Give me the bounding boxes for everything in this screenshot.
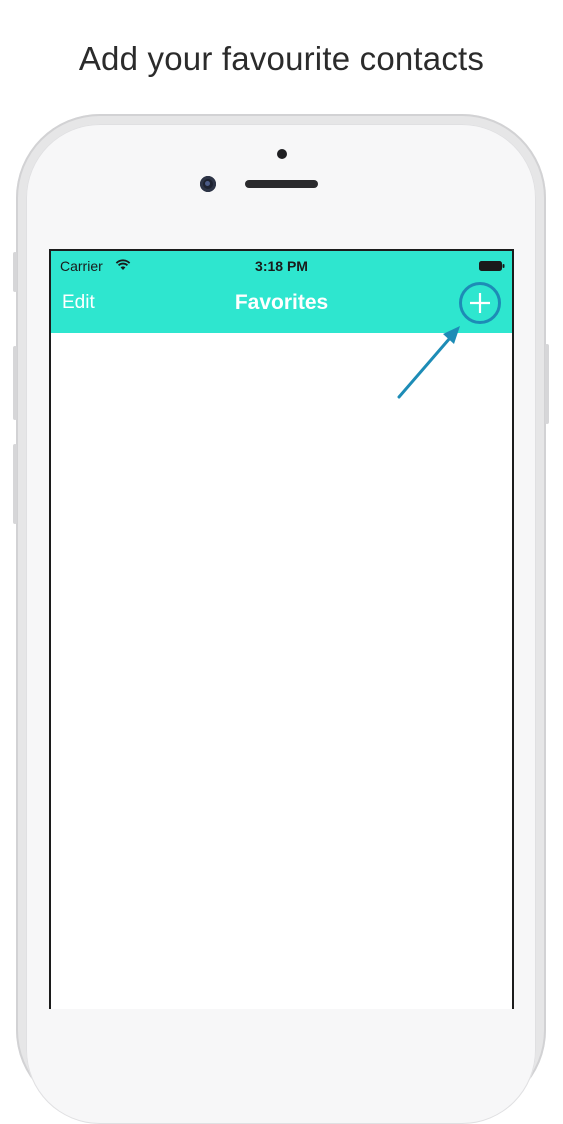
power-button bbox=[545, 344, 549, 424]
add-contact-button[interactable] bbox=[459, 282, 501, 324]
phone-screen: Carrier 3:18 PM Edit Favorites bbox=[49, 249, 514, 1009]
plus-icon bbox=[470, 293, 490, 313]
page-caption: Add your favourite contacts bbox=[78, 40, 485, 77]
favorites-list bbox=[51, 333, 512, 1009]
mute-switch bbox=[13, 252, 17, 292]
status-bar: Carrier 3:18 PM bbox=[51, 251, 512, 279]
proximity-sensor bbox=[277, 149, 287, 159]
earpiece-speaker bbox=[245, 180, 318, 188]
battery-icon bbox=[479, 261, 505, 271]
status-time: 3:18 PM bbox=[255, 258, 308, 274]
volume-down-button bbox=[13, 444, 17, 524]
navigation-bar: Carrier 3:18 PM Edit Favorites bbox=[51, 251, 512, 333]
volume-up-button bbox=[13, 346, 17, 420]
front-camera-icon bbox=[200, 176, 216, 192]
nav-row: Edit Favorites bbox=[51, 279, 512, 333]
nav-title: Favorites bbox=[234, 291, 329, 314]
